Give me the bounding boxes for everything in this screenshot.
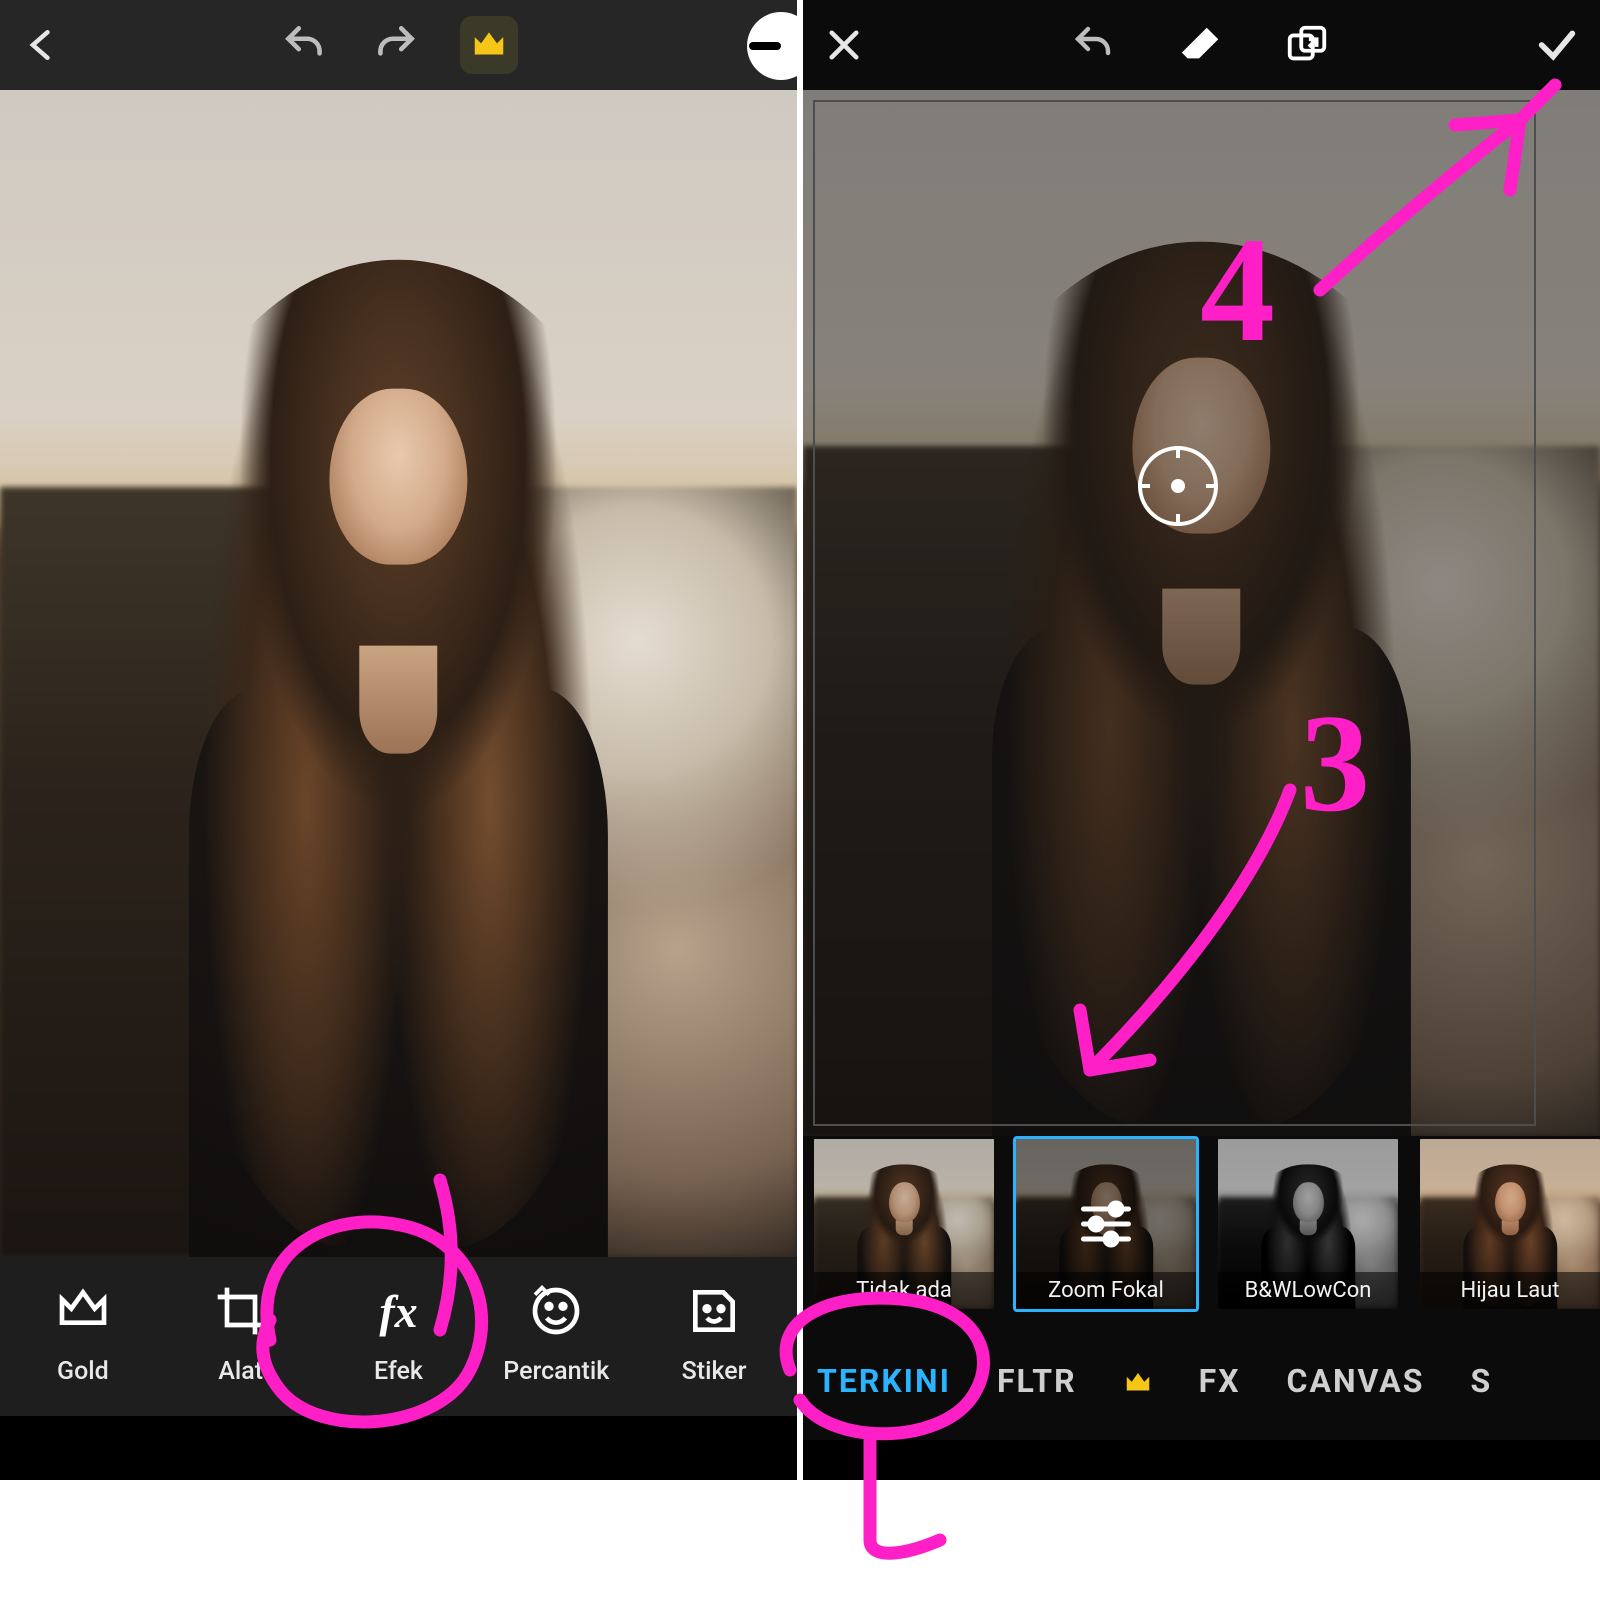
close-icon[interactable]: [823, 24, 865, 66]
tool-label: Stiker: [682, 1357, 747, 1386]
effect-thumb-bwlowcon[interactable]: B&WLowCon: [1215, 1136, 1401, 1312]
focal-point-marker[interactable]: [1138, 446, 1218, 526]
tool-efek[interactable]: fx Efek: [324, 1283, 474, 1386]
tool-label: Gold: [57, 1357, 109, 1386]
sticker-icon: [686, 1283, 742, 1339]
tool-percantik[interactable]: Percantik: [481, 1283, 631, 1386]
undo-icon[interactable]: [1070, 21, 1118, 69]
face-icon: [528, 1283, 584, 1339]
premium-crown-icon: [1123, 1368, 1153, 1398]
crop-icon: [213, 1283, 269, 1339]
eraser-icon[interactable]: [1178, 22, 1224, 68]
cat-terkini[interactable]: TERKINI: [817, 1362, 951, 1400]
premium-crown-icon[interactable]: [460, 16, 518, 74]
more-button[interactable]: [747, 12, 797, 80]
cat-fx[interactable]: FX: [1199, 1362, 1241, 1400]
left-screenshot: Gold Alat fx Efek Percantik: [0, 0, 797, 1480]
right-screenshot: Tidak ada Zoom Fokal B&WLowCon Hijau Lau…: [803, 0, 1600, 1480]
crown-outline-icon: [55, 1283, 111, 1339]
effect-thumb-none[interactable]: Tidak ada: [811, 1136, 997, 1312]
effect-thumb-label: Hijau Laut: [1420, 1272, 1600, 1309]
right-topbar: [803, 0, 1600, 90]
edited-photo: [0, 90, 797, 1257]
effect-thumb-label: Zoom Fokal: [1016, 1272, 1196, 1309]
tool-label: Alat: [218, 1357, 263, 1386]
cat-s[interactable]: S: [1470, 1362, 1492, 1400]
effect-thumb-label: Tidak ada: [814, 1272, 994, 1309]
cat-canvas[interactable]: CANVAS: [1287, 1362, 1425, 1400]
compare-icon[interactable]: [1284, 22, 1330, 68]
tool-alat[interactable]: Alat: [166, 1283, 316, 1386]
tool-stiker[interactable]: Stiker: [639, 1283, 789, 1386]
tool-label: Efek: [374, 1357, 423, 1386]
edited-photo: [803, 90, 1600, 1136]
apply-check-icon[interactable]: [1534, 22, 1580, 68]
effect-thumbnails: Tidak ada Zoom Fokal B&WLowCon Hijau Lau…: [803, 1136, 1600, 1336]
effect-thumb-zoom-fokal[interactable]: Zoom Fokal: [1013, 1136, 1199, 1312]
effect-thumb-label: B&WLowCon: [1218, 1272, 1398, 1309]
left-topbar: [0, 0, 797, 90]
tool-label: Percantik: [503, 1357, 609, 1386]
tool-gold[interactable]: Gold: [8, 1283, 158, 1386]
fx-icon: fx: [379, 1283, 417, 1339]
left-canvas[interactable]: [0, 90, 797, 1257]
effect-thumb-hijau-laut[interactable]: Hijau Laut: [1417, 1136, 1600, 1312]
back-icon[interactable]: [20, 23, 64, 67]
left-tool-strip: Gold Alat fx Efek Percantik: [0, 1257, 797, 1416]
right-canvas[interactable]: [803, 90, 1600, 1136]
undo-icon[interactable]: [280, 20, 330, 70]
redo-icon[interactable]: [370, 20, 420, 70]
sliders-icon: [1074, 1199, 1138, 1249]
effect-category-tabs: TERKINI FLTR FX CANVAS S: [803, 1336, 1600, 1440]
cat-fltr[interactable]: FLTR: [997, 1362, 1077, 1400]
